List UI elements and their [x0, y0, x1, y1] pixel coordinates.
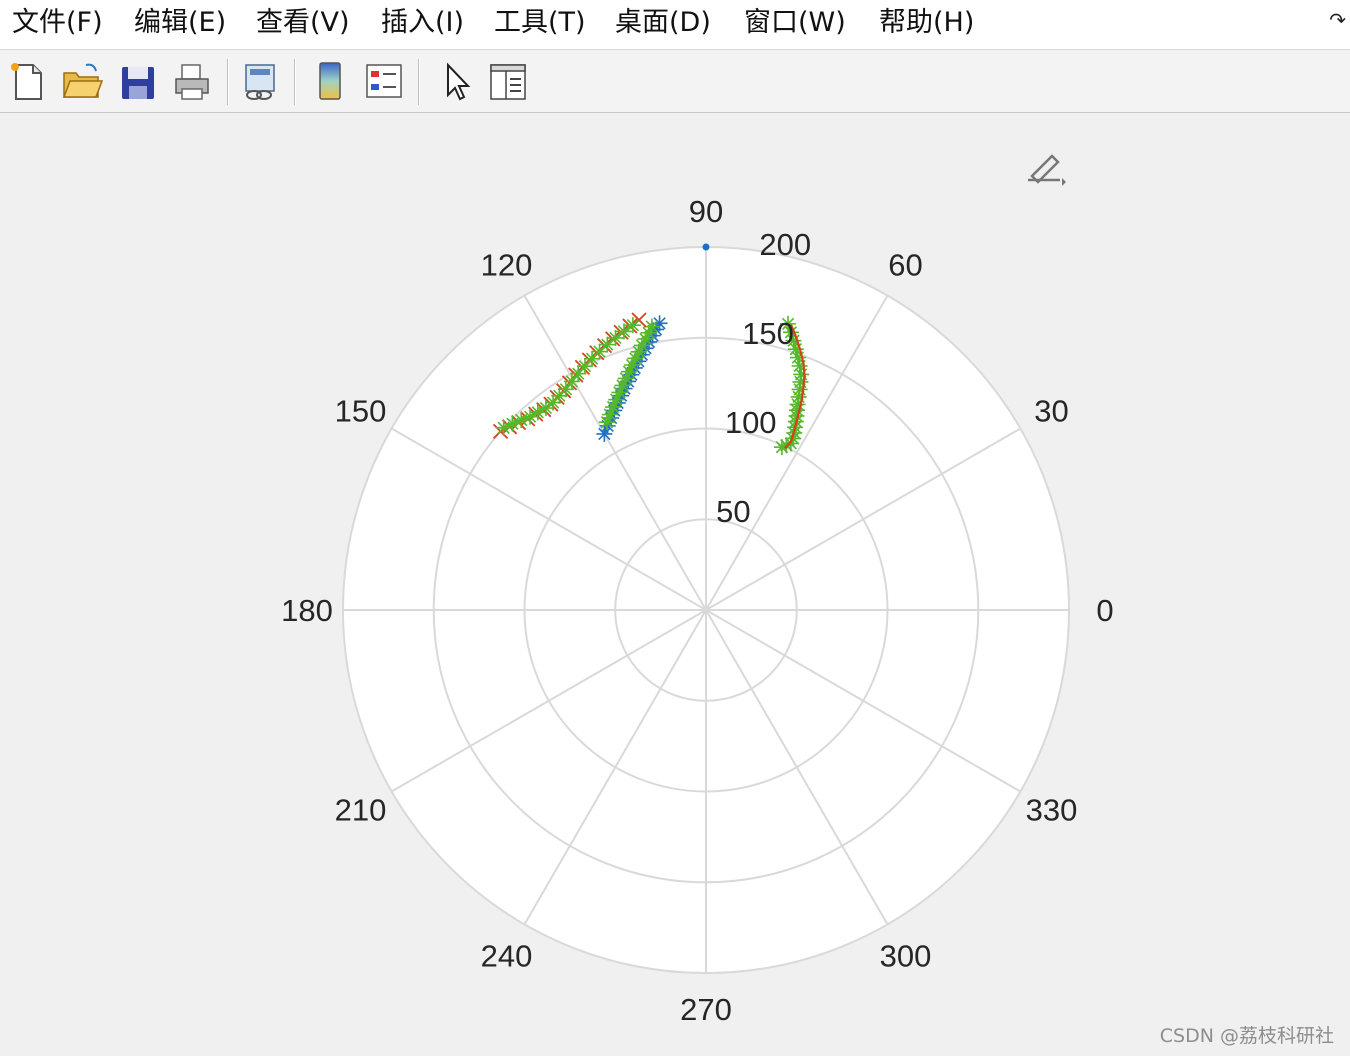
link-figure-icon[interactable]	[238, 57, 282, 105]
theta-tick-label: 240	[481, 939, 533, 974]
menu-tools[interactable]: 工具(T)	[494, 4, 586, 42]
print-icon[interactable]	[170, 57, 214, 105]
theta-tick-label: 270	[680, 992, 732, 1027]
pointer-arrow-icon[interactable]	[434, 57, 478, 105]
open-folder-icon[interactable]	[60, 57, 104, 105]
new-file-icon[interactable]	[6, 57, 50, 105]
menu-window[interactable]: 窗口(W)	[744, 4, 846, 42]
theta-tick-label: 120	[481, 248, 533, 283]
data-point	[793, 366, 810, 383]
theta-tick-label: 90	[689, 194, 723, 229]
menu-file[interactable]: 文件(F)	[12, 4, 103, 42]
r-tick-label: 100	[725, 405, 777, 440]
theta-tick-label: 30	[1034, 394, 1068, 429]
theta-tick-label: 60	[888, 248, 922, 283]
watermark: CSDN @荔枝科研社	[1159, 1025, 1334, 1047]
curved-arrow-icon[interactable]: ↷	[1329, 8, 1346, 32]
menu-help[interactable]: 帮助(H)	[879, 4, 974, 42]
data-point	[702, 243, 710, 251]
r-tick-label: 150	[742, 316, 794, 351]
figure-area: 0 30 60 90 120 150 180 210 240 270 300 330 50 100 150 2…	[0, 114, 1350, 1056]
menu-bar: 文件(F) 编辑(E) 查看(V) 插入(I) 工具(T) 桌面(D) 窗口(W…	[0, 0, 1350, 50]
menu-edit[interactable]: 编辑(E)	[134, 4, 226, 42]
edit-plot-icon[interactable]	[1022, 148, 1068, 188]
r-tick-label: 200	[759, 227, 811, 262]
theta-tick-label: 0	[1096, 593, 1113, 628]
menu-desktop[interactable]: 桌面(D)	[615, 4, 711, 42]
legend-icon[interactable]	[362, 57, 406, 105]
menu-view[interactable]: 查看(V)	[256, 4, 350, 42]
series-6	[702, 243, 710, 251]
property-inspector-icon[interactable]	[486, 57, 530, 105]
colorbar-icon[interactable]	[308, 57, 352, 105]
theta-tick-label: 300	[880, 939, 932, 974]
polar-chart: 0 30 60 90 120 150 180 210 240 270 300 330 50 100 150 2…	[281, 194, 1113, 1027]
menu-insert[interactable]: 插入(I)	[381, 4, 464, 42]
theta-tick-label: 330	[1026, 793, 1078, 828]
theta-tick-label: 210	[335, 793, 387, 828]
save-disk-icon[interactable]	[116, 57, 160, 105]
theta-tick-label: 150	[335, 394, 387, 429]
r-tick-label: 50	[716, 494, 750, 529]
toolbar	[0, 51, 1350, 113]
theta-tick-label: 180	[281, 593, 333, 628]
